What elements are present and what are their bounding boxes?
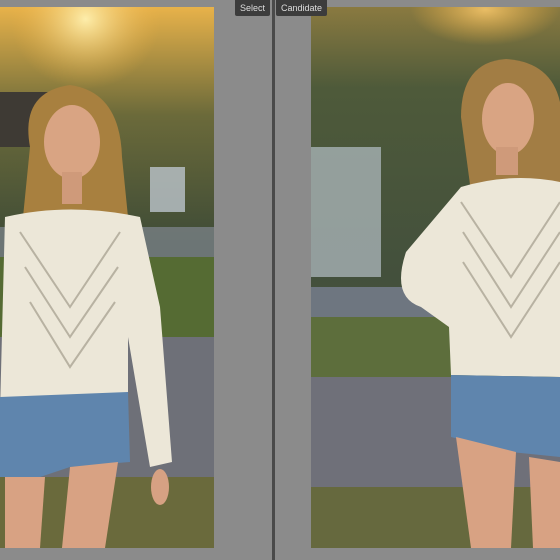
candidate-photo[interactable] <box>311 7 560 548</box>
select-pane[interactable]: Select <box>0 0 272 560</box>
portrait-photo-select <box>0 7 214 548</box>
select-photo[interactable] <box>0 7 214 548</box>
candidate-label: Candidate <box>276 0 328 16</box>
candidate-pane[interactable]: Candidate <box>275 0 560 560</box>
select-label: Select <box>234 0 270 16</box>
portrait-photo-candidate <box>311 7 560 548</box>
